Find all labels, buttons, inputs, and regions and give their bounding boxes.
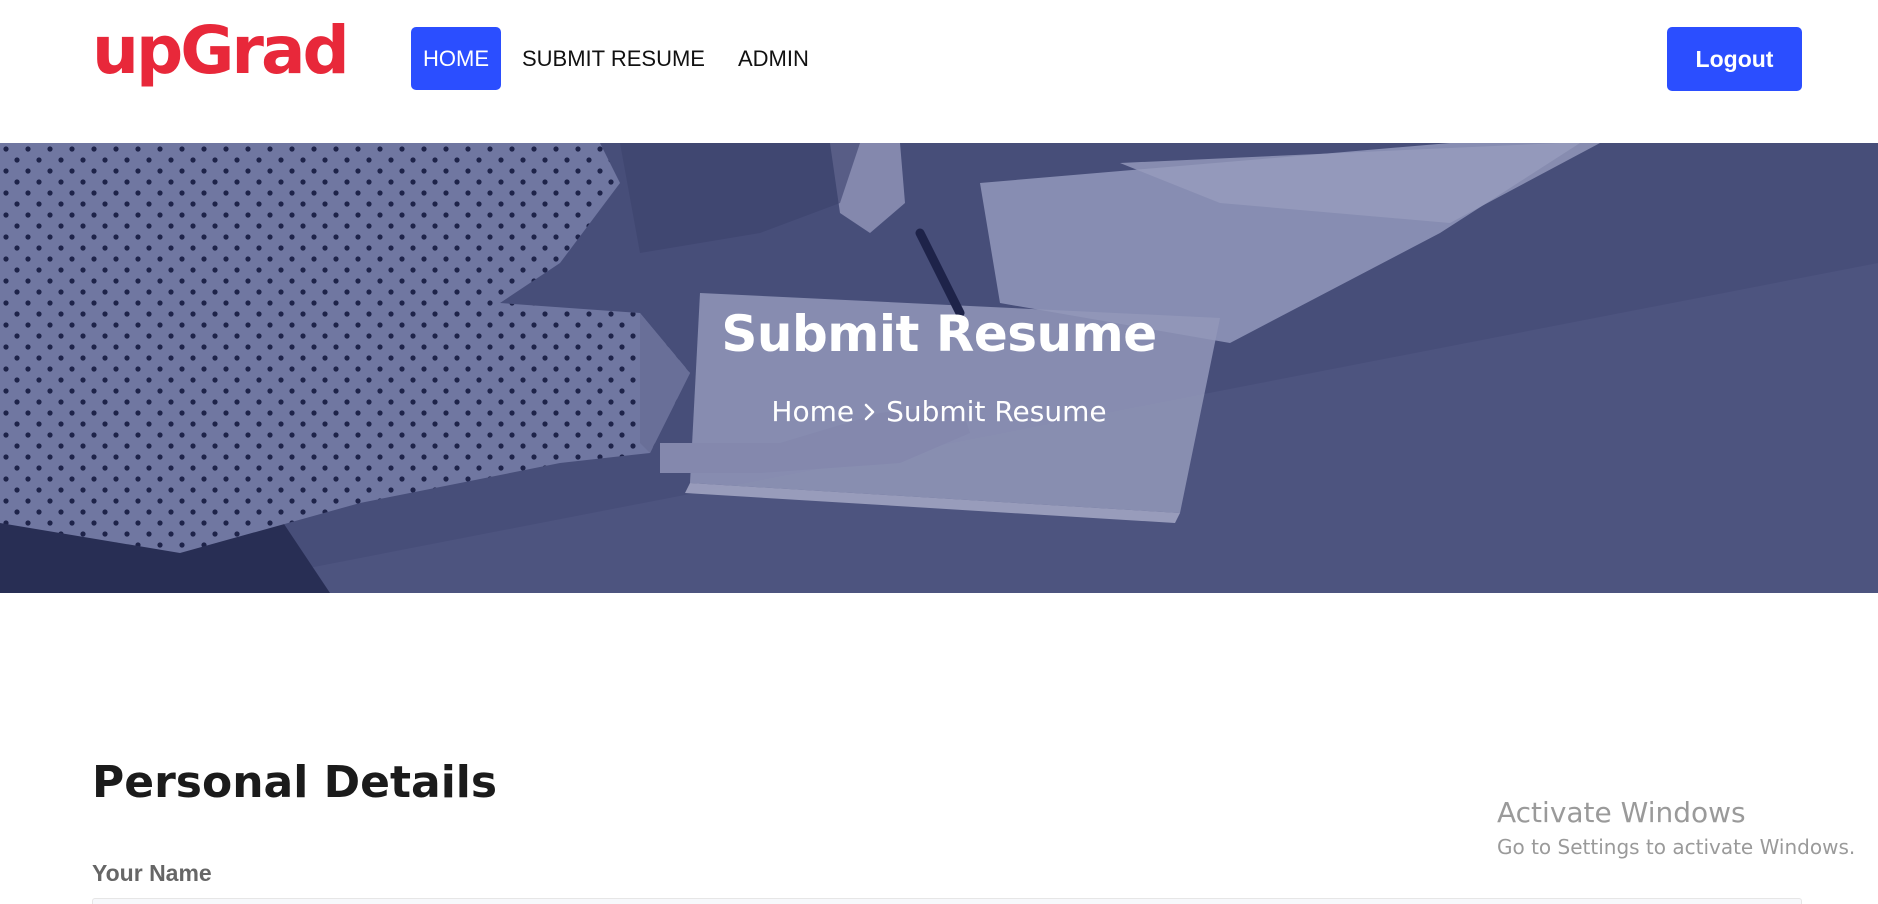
nav-home[interactable]: HOME (411, 27, 501, 90)
activate-windows-watermark: Activate Windows Go to Settings to activ… (1497, 796, 1855, 859)
breadcrumb-current: Submit Resume (886, 395, 1107, 428)
your-name-label: Your Name (92, 860, 212, 886)
watermark-subtitle: Go to Settings to activate Windows. (1497, 835, 1856, 859)
chevron-right-icon (864, 402, 876, 422)
watermark-title: Activate Windows (1497, 796, 1746, 829)
logout-button[interactable]: Logout (1667, 27, 1802, 91)
breadcrumb: Home Submit Resume (0, 395, 1878, 428)
top-header: upGrad HOME SUBMIT RESUME ADMIN Logout (0, 0, 1878, 143)
hero-overlay (0, 143, 1878, 593)
page-title: Submit Resume (721, 305, 1157, 363)
section-title-personal-details: Personal Details (92, 757, 498, 808)
hero-banner: Submit Resume Home Submit Resume (0, 143, 1878, 593)
upgrad-logo[interactable]: upGrad (92, 18, 350, 84)
your-name-input[interactable] (92, 898, 1802, 904)
nav-admin[interactable]: ADMIN (738, 27, 809, 90)
nav-submit-resume[interactable]: SUBMIT RESUME (522, 27, 705, 90)
main-nav: HOME SUBMIT RESUME ADMIN (411, 27, 821, 90)
breadcrumb-home-link[interactable]: Home (771, 395, 854, 428)
